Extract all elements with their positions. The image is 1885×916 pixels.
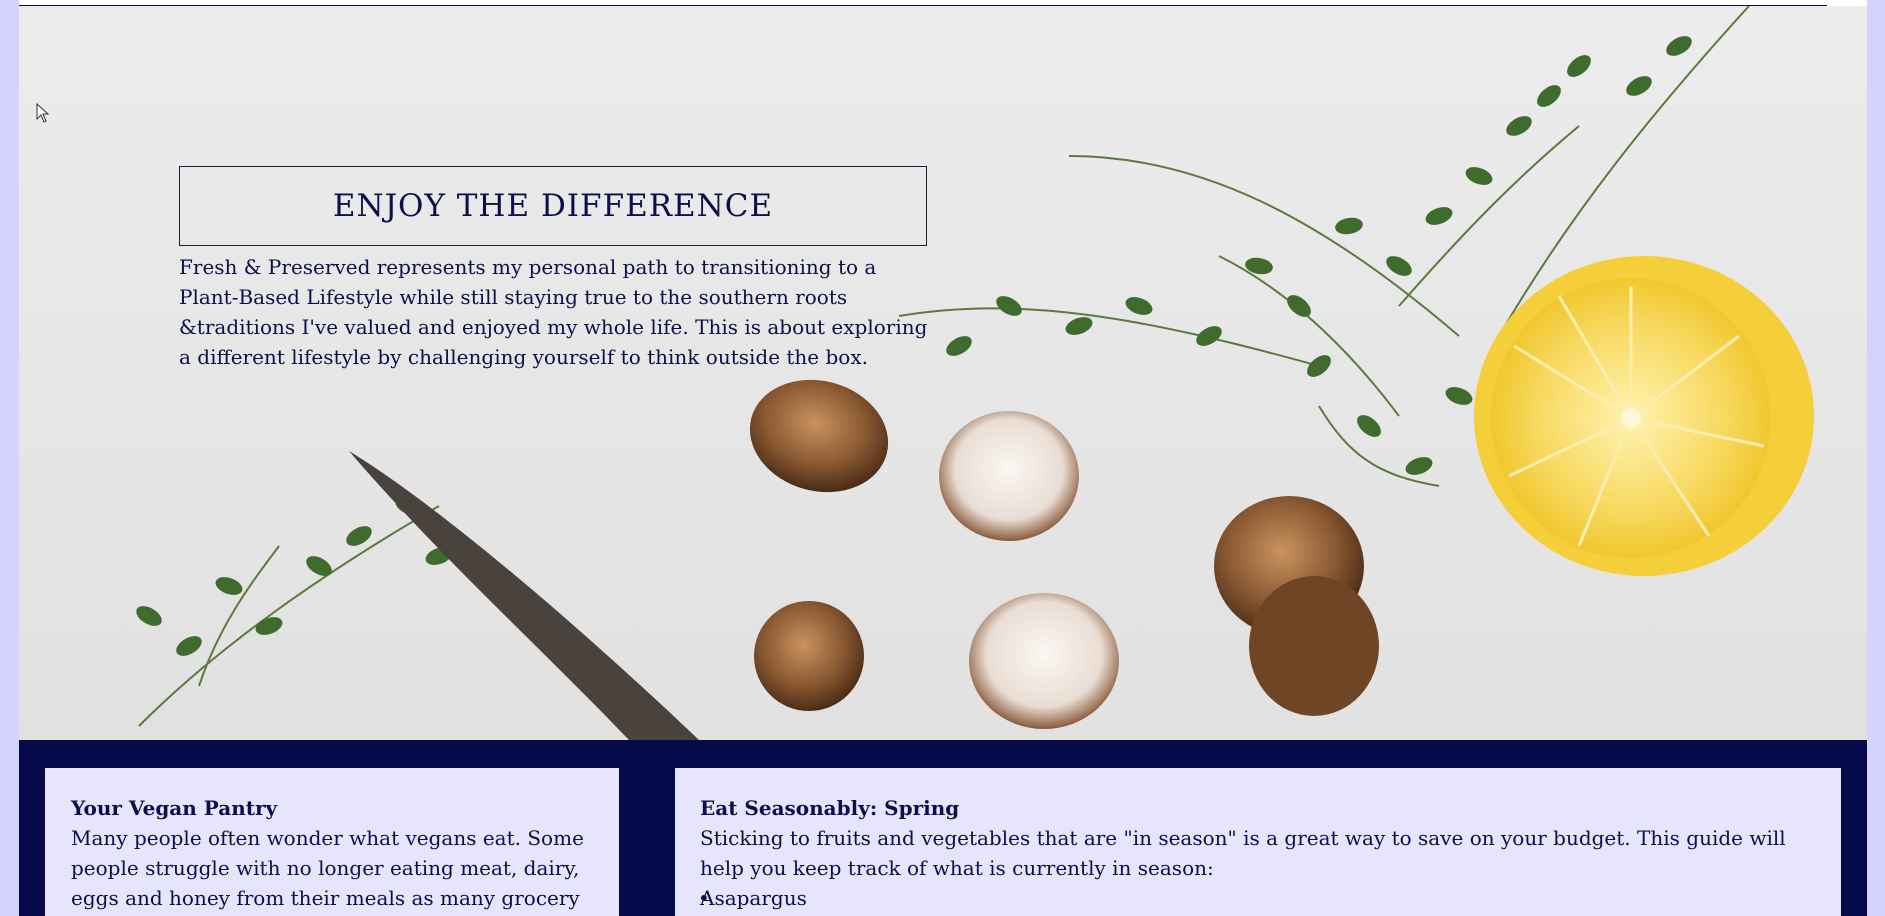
hero-background-image bbox=[136, 6, 1814, 740]
eat-seasonably-text: Sticking to fruits and vegetables that a… bbox=[700, 826, 1786, 880]
eat-seasonably-card: Eat Seasonably: Spring Sticking to fruit… bbox=[675, 768, 1841, 916]
hero-banner: ENJOY THE DIFFERENCE Fresh & Preserved r… bbox=[19, 6, 1867, 740]
page-title: ENJOY THE DIFFERENCE bbox=[332, 188, 774, 224]
vegan-pantry-text: Many people often wonder what vegans eat… bbox=[71, 826, 584, 910]
seasonal-item-label: Asapargus bbox=[700, 886, 807, 910]
eat-seasonably-title: Eat Seasonably: Spring bbox=[700, 796, 960, 820]
intro-text: Fresh & Preserved represents my personal… bbox=[179, 255, 928, 369]
headline-box: ENJOY THE DIFFERENCE bbox=[179, 166, 927, 246]
list-item: Asapargus bbox=[698, 883, 1816, 913]
vegan-pantry-title: Your Vegan Pantry bbox=[71, 796, 278, 820]
vegan-pantry-card: Your Vegan Pantry Many people often wond… bbox=[45, 768, 619, 916]
arrow-cursor-icon bbox=[36, 103, 50, 123]
seasonal-list: Asapargus bbox=[698, 883, 1816, 913]
